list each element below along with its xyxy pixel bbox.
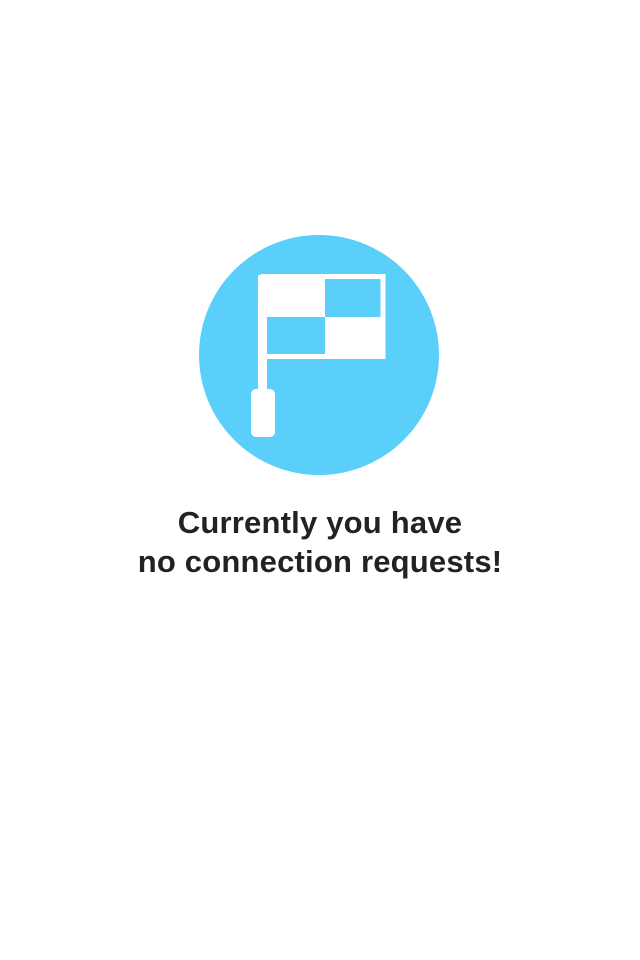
empty-message-line1: Currently you have [177, 505, 463, 540]
empty-state: Currently you have no connection request… [0, 0, 640, 960]
empty-message-line2: no connection requests! [137, 544, 503, 579]
empty-message: Currently you have no connection request… [0, 503, 640, 581]
checkered-flag-icon [199, 235, 439, 475]
flag-square-top-left [265, 279, 325, 317]
flag-pole-grip [251, 389, 275, 437]
flag-square-bottom-right [325, 317, 385, 355]
